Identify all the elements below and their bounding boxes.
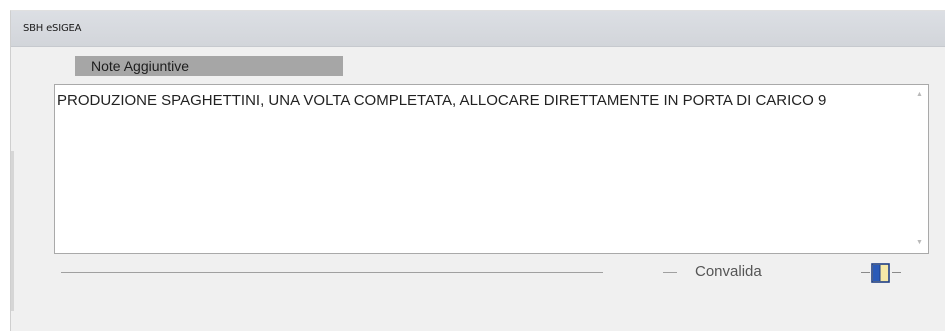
convalida-button[interactable] xyxy=(861,261,901,283)
left-edge-shade xyxy=(11,151,14,311)
convalida-label: Convalida xyxy=(695,263,762,280)
vertical-scrollbar[interactable]: ▲ ▼ xyxy=(911,85,928,253)
window-title: SBH eSIGEA xyxy=(23,23,82,34)
button-line-left xyxy=(861,272,870,273)
door-icon[interactable] xyxy=(871,263,891,288)
notes-text[interactable]: PRODUZIONE SPAGHETTINI, UNA VOLTA COMPLE… xyxy=(55,85,906,253)
section-label-note-aggiuntive: Note Aggiuntive xyxy=(75,56,343,76)
footer-separator xyxy=(61,272,603,273)
title-bar[interactable]: SBH eSIGEA xyxy=(11,11,945,47)
button-line-right xyxy=(892,272,901,273)
scroll-down-arrow-icon[interactable]: ▼ xyxy=(911,235,928,251)
app-window: SBH eSIGEA Note Aggiuntive PRODUZIONE SP… xyxy=(10,10,945,331)
notes-textarea[interactable]: PRODUZIONE SPAGHETTINI, UNA VOLTA COMPLE… xyxy=(54,84,929,254)
convalida-dash xyxy=(663,272,677,273)
scroll-up-arrow-icon[interactable]: ▲ xyxy=(911,87,928,103)
